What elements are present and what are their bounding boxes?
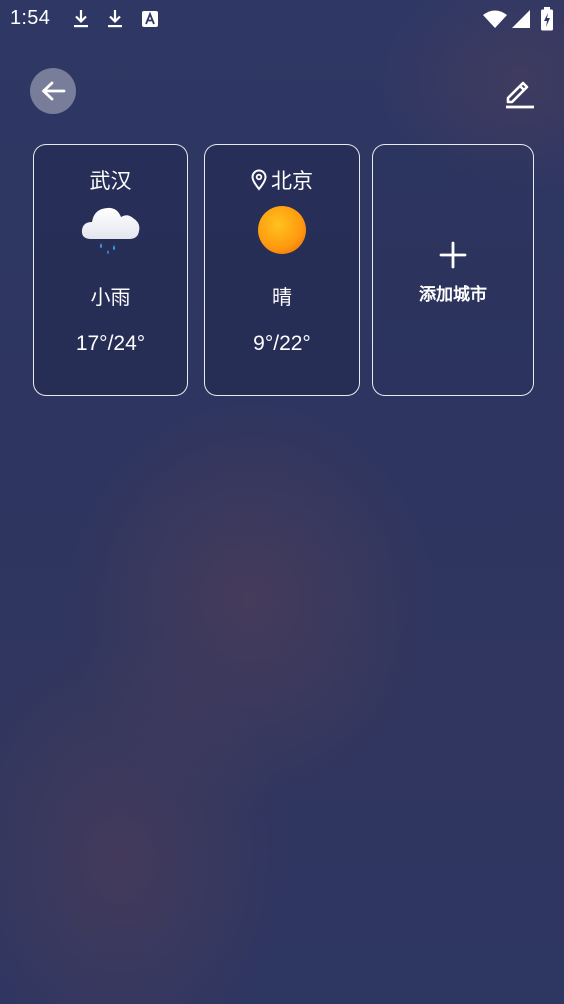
city-name-label: 北京 bbox=[271, 169, 313, 193]
wifi-icon bbox=[482, 9, 508, 33]
download-icon bbox=[105, 8, 125, 34]
city-card-wuhan[interactable]: 武汉 小雨 17°/24° bbox=[33, 144, 188, 396]
temperature-range: 9°/22° bbox=[253, 332, 311, 355]
plus-icon bbox=[439, 241, 467, 273]
edit-button[interactable] bbox=[494, 70, 540, 114]
battery-charging-icon bbox=[540, 7, 554, 35]
sunny-icon bbox=[255, 203, 309, 261]
cell-signal-icon bbox=[511, 9, 531, 33]
arrow-left-icon bbox=[40, 80, 66, 102]
download-icon bbox=[71, 8, 91, 34]
pencil-icon bbox=[500, 75, 534, 109]
translate-app-icon bbox=[141, 10, 159, 32]
location-pin-icon bbox=[251, 169, 267, 198]
light-rain-icon bbox=[79, 201, 143, 261]
condition-text: 小雨 bbox=[90, 285, 131, 309]
back-button[interactable] bbox=[30, 68, 76, 114]
temperature-range: 17°/24° bbox=[75, 332, 146, 355]
status-time: 1:54 bbox=[10, 7, 51, 29]
city-name-label: 武汉 bbox=[89, 169, 132, 193]
city-name: 武汉 bbox=[34, 167, 187, 195]
add-city-card[interactable]: 添加城市 bbox=[372, 144, 534, 396]
status-bar: 1:54 bbox=[0, 0, 564, 38]
add-city-label: 添加城市 bbox=[419, 285, 487, 305]
city-card-beijing[interactable]: 北京 晴 9°/22° bbox=[204, 144, 360, 396]
condition-text: 晴 bbox=[272, 285, 292, 309]
city-name: 北京 bbox=[205, 167, 359, 198]
